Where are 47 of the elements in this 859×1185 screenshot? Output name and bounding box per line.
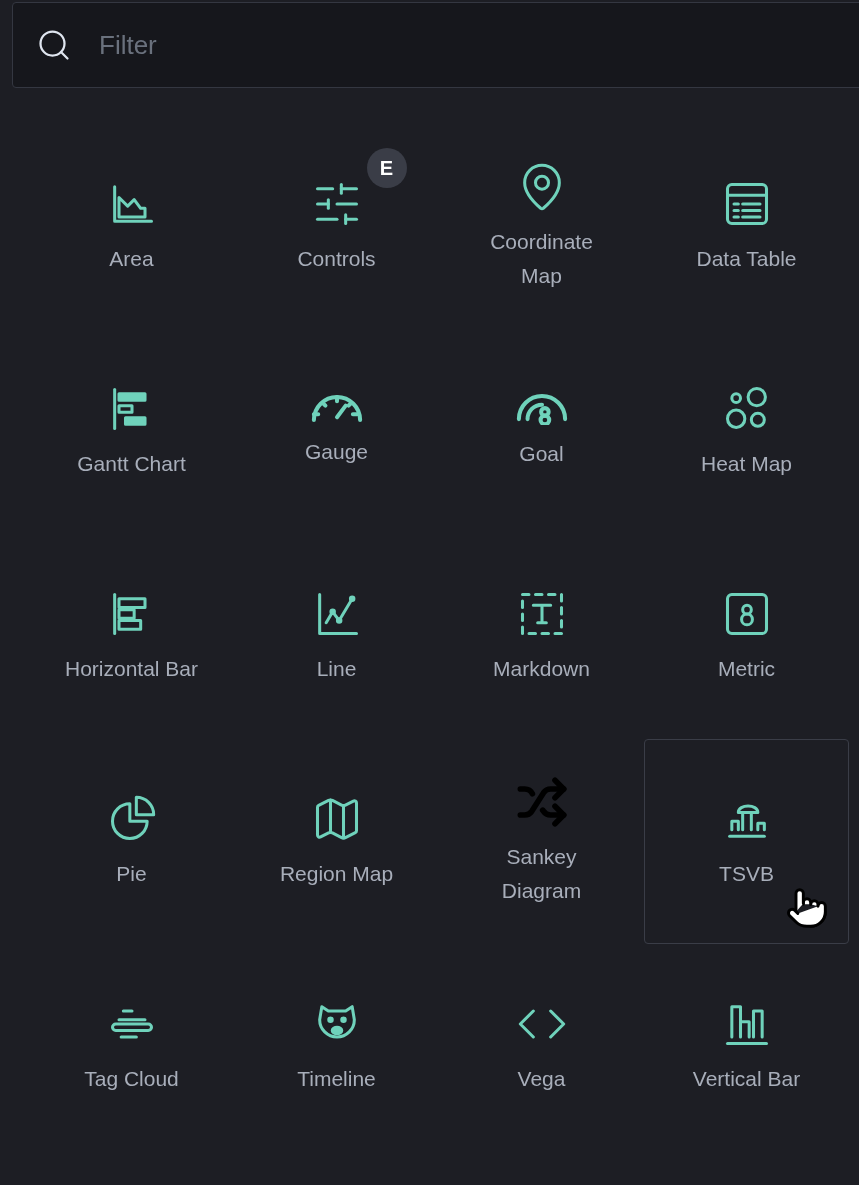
tile-label: Gantt Chart [76, 450, 187, 477]
tile-label: Timeline [296, 1065, 377, 1092]
tile-label: Gauge [303, 439, 370, 465]
tile-label: Vertical Bar [691, 1065, 802, 1092]
visualization-tile[interactable]: Vertical Bar [644, 944, 849, 1149]
tile-label: Metric [716, 655, 777, 682]
tile-label: Sankey Diagram [500, 843, 583, 904]
visualization-tile[interactable]: Pie [29, 739, 234, 944]
visualization-tile[interactable]: Metric [644, 534, 849, 739]
tile-label: Pie [115, 860, 148, 887]
tile-label: Region Map [278, 860, 395, 887]
visualization-tile[interactable]: E Controls [234, 124, 439, 329]
visualization-tile[interactable]: Line [234, 534, 439, 739]
visualization-tile[interactable]: Timeline [234, 944, 439, 1149]
search-icon [36, 27, 72, 63]
tile-label: Line [315, 655, 358, 682]
visualization-tile[interactable]: Coordinate Map [439, 124, 644, 329]
badge: E [366, 147, 407, 188]
visualization-tile[interactable]: Vega [439, 944, 644, 1149]
visualization-tile[interactable]: Data Table [644, 124, 849, 329]
visualization-tile[interactable]: Sankey Diagram [439, 739, 644, 944]
visualization-tile[interactable]: Gauge [234, 329, 439, 534]
tile-label: Area [108, 245, 155, 272]
tile-label: Markdown [492, 655, 591, 682]
tile-label: Horizontal Bar [63, 655, 200, 682]
tile-label: Heat Map [699, 450, 793, 477]
visualization-tile[interactable]: Horizontal Bar [29, 534, 234, 739]
visualization-tile[interactable]: Gantt Chart [29, 329, 234, 534]
visualization-tile[interactable]: Goal [439, 329, 644, 534]
visualization-tile[interactable]: Area [29, 124, 234, 329]
tile-label: Goal [518, 440, 565, 467]
tile-label: Coordinate Map [489, 228, 594, 289]
tile-label: Data Table [695, 245, 798, 272]
gauge-icon [310, 394, 363, 423]
visualization-tile[interactable]: Region Map [234, 739, 439, 944]
visualization-tile[interactable]: Tag Cloud [29, 944, 234, 1149]
tile-label: Tag Cloud [83, 1065, 180, 1092]
shuffle-icon [515, 775, 568, 828]
hand-cursor-icon [785, 886, 829, 930]
goal-icon [515, 392, 568, 425]
visualization-tile[interactable]: TSVB [644, 739, 849, 944]
tile-label: Controls [296, 245, 377, 272]
visualization-tile[interactable]: Heat Map [644, 329, 849, 534]
visualization-tile[interactable]: Markdown [439, 534, 644, 739]
tile-label: TSVB [718, 860, 775, 887]
filter-field[interactable]: Filter [12, 2, 859, 88]
tile-label: Vega [516, 1065, 567, 1092]
